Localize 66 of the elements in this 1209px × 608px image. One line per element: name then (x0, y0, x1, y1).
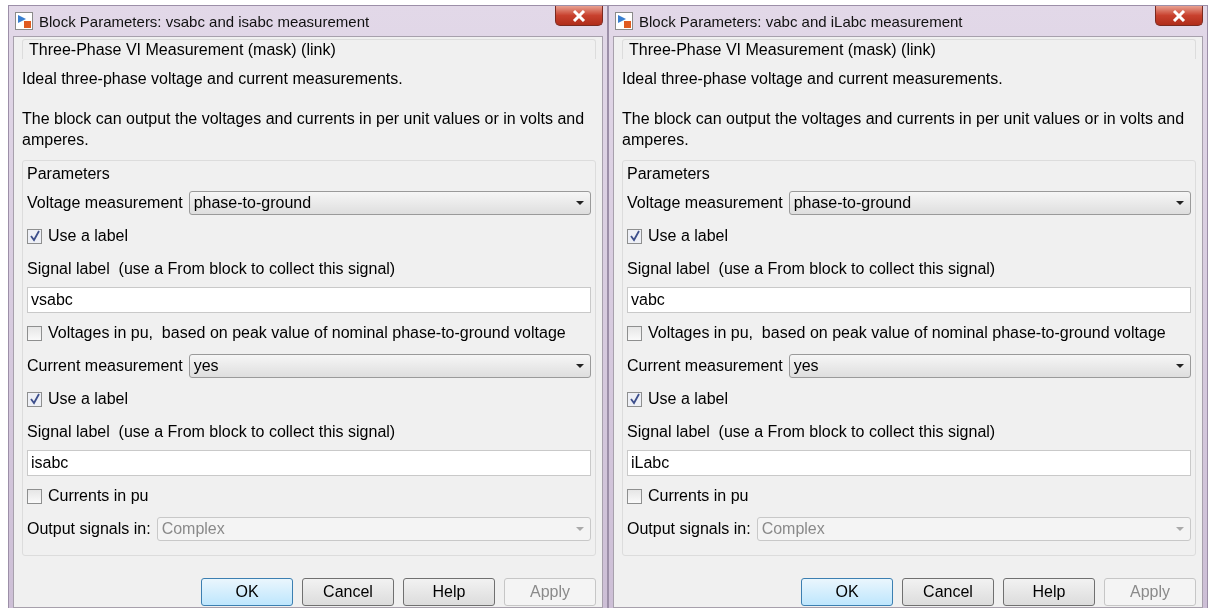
dropdown[interactable]: phase-to-ground (788, 191, 1191, 215)
checkbox[interactable] (627, 488, 642, 504)
checkbox-label: Use a label (648, 227, 729, 245)
dropdown[interactable]: phase-to-ground (188, 191, 591, 215)
checkbox-label: Currents in pu (48, 487, 149, 505)
field-label: Output signals in: (27, 520, 151, 538)
caret-icon (1176, 527, 1184, 531)
description-text: Ideal three-phase voltage and current measurements. (622, 69, 1004, 89)
checkbox[interactable] (627, 325, 642, 341)
check-icon (28, 230, 41, 242)
caret-icon (576, 364, 584, 368)
checkbox[interactable] (27, 488, 42, 504)
dropdown[interactable]: yes (788, 354, 1191, 378)
caret-icon (576, 201, 584, 205)
checkbox[interactable] (27, 325, 42, 341)
checkbox-label: Voltages in pu, based on peak value of nominal phase-to-ground voltage (648, 324, 1166, 342)
input-field[interactable]: isabc (27, 450, 591, 476)
checkbox[interactable] (627, 228, 642, 244)
field-label: Output signals in: (627, 520, 751, 538)
block-header: Three-Phase VI Measurement (mask) (link) (629, 41, 937, 59)
checkbox-label: Use a label (48, 227, 129, 245)
checkbox[interactable] (27, 228, 42, 244)
close-button[interactable] (555, 6, 603, 26)
input-field[interactable]: iLabc (627, 450, 1191, 476)
description-text: The block can output the voltages and currents in per unit values or in volts and amperes. (622, 109, 1186, 150)
checkbox-label: Use a label (648, 390, 729, 408)
dialog-button[interactable]: OK (801, 578, 893, 606)
caret-icon (576, 527, 584, 531)
description-text: The block can output the voltages and currents in per unit values or in volts and amperes. (22, 109, 586, 150)
check-icon (28, 393, 41, 405)
check-icon (628, 230, 641, 242)
close-icon (1172, 9, 1186, 22)
block-icon (15, 12, 33, 30)
field-label: Signal label (use a From block to collect this signal) (27, 260, 396, 278)
description-text: Ideal three-phase voltage and current measurements. (22, 69, 404, 89)
input-field[interactable]: vsabc (27, 287, 591, 313)
caret-icon (1176, 201, 1184, 205)
dialog-button[interactable]: Help (1003, 578, 1095, 606)
checkbox-label: Currents in pu (648, 487, 749, 505)
dialog-button[interactable]: Cancel (302, 578, 394, 606)
field-label: Voltage measurement (627, 194, 783, 212)
caret-icon (1176, 364, 1184, 368)
window-title: Block Parameters: vabc and iLabc measurement (639, 12, 964, 30)
field-label: Current measurement (627, 357, 783, 375)
window-title: Block Parameters: vsabc and isabc measurement (39, 12, 371, 30)
field-label: Voltage measurement (27, 194, 183, 212)
field-label: Signal label (use a From block to collect this signal) (27, 423, 396, 441)
checkbox-label: Voltages in pu, based on peak value of nominal phase-to-ground voltage (48, 324, 566, 342)
check-icon (628, 393, 641, 405)
group-title: Parameters (627, 165, 710, 183)
dialog-button[interactable]: OK (201, 578, 293, 606)
checkbox[interactable] (27, 391, 42, 407)
checkbox-label: Use a label (48, 390, 129, 408)
field-label: Signal label (use a From block to collect this signal) (627, 260, 996, 278)
close-button[interactable] (1155, 6, 1203, 26)
block-icon (615, 12, 633, 30)
dialog-button[interactable]: Cancel (902, 578, 994, 606)
input-field[interactable]: vabc (627, 287, 1191, 313)
field-label: Signal label (use a From block to collect this signal) (627, 423, 996, 441)
checkbox[interactable] (627, 391, 642, 407)
close-icon (572, 9, 586, 22)
field-label: Current measurement (27, 357, 183, 375)
dialog-button[interactable]: Help (403, 578, 495, 606)
group-title: Parameters (27, 165, 110, 183)
block-header: Three-Phase VI Measurement (mask) (link) (29, 41, 337, 59)
dropdown[interactable]: yes (188, 354, 591, 378)
